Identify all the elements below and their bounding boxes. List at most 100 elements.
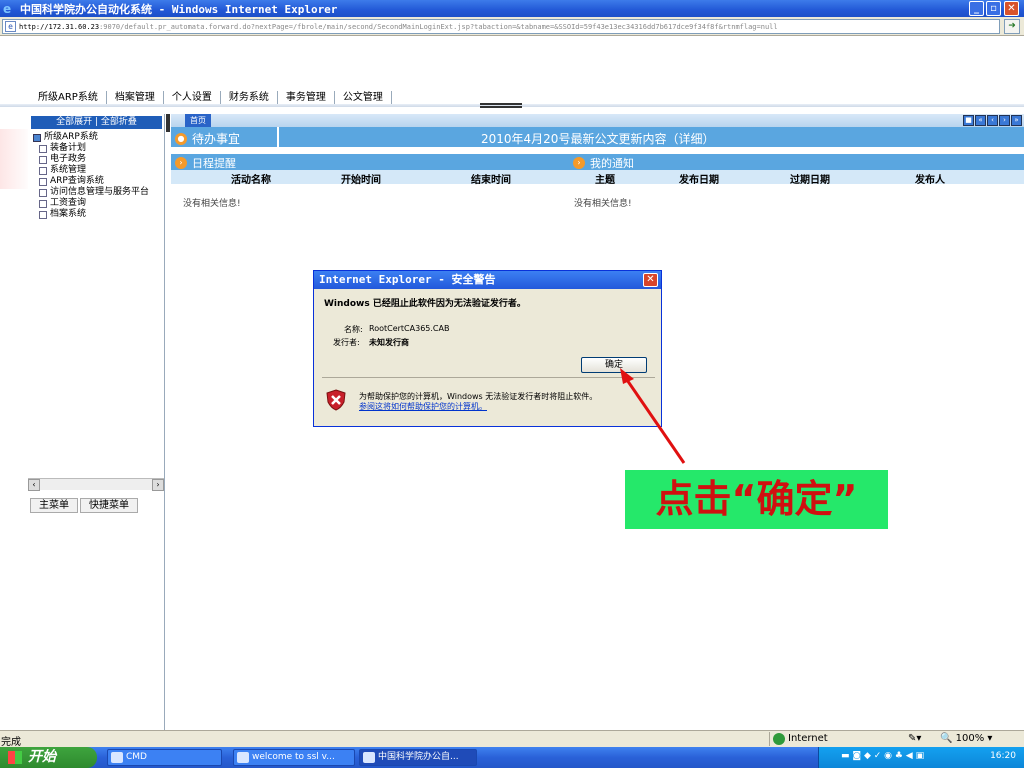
go-button[interactable]: ➜ [1004, 19, 1020, 34]
tree-item[interactable]: ARP查询系统 [30, 176, 164, 187]
tab-main-menu[interactable]: 主菜单 [30, 498, 78, 513]
nav-item-affairs[interactable]: 事务管理 [278, 90, 335, 105]
todo-bar: ● 待办事宜 2010年4月20号最新公文更新内容（详细） [171, 127, 1024, 147]
news-link[interactable]: 2010年4月20号最新公文更新内容（详细） [481, 130, 714, 147]
tree-item[interactable]: 系统管理 [30, 165, 164, 176]
help-link[interactable]: 参阅这将如何帮助保护您的计算机。 [359, 401, 487, 412]
horizontal-scrollbar[interactable]: ‹ › [28, 478, 164, 491]
tab-next-icon[interactable]: › [999, 115, 1010, 126]
page-icon [39, 210, 47, 219]
notice-header: › 我的通知 [573, 155, 634, 171]
tree-item-label: 工资查询 [50, 198, 87, 208]
tree-item[interactable]: 工资查询 [30, 198, 164, 209]
dialog-close-button[interactable]: ✕ [643, 273, 658, 287]
menu-tree: 所级ARP系统 装备计划 电子政务 系统管理 ARP查询系统 访问信息管理与服务… [30, 132, 164, 220]
sidebar-tabs: 主菜单 快捷菜单 [30, 498, 140, 513]
window-titlebar: e 中国科学院办公自动化系统 - Windows Internet Explor… [0, 0, 1024, 17]
col-end: 结束时间 [471, 175, 511, 186]
col-activity: 活动名称 [231, 175, 271, 186]
nav-item-personal[interactable]: 个人设置 [164, 90, 221, 105]
tree-item[interactable]: 档案系统 [30, 209, 164, 220]
collapse-handle[interactable] [480, 103, 522, 108]
schedule-header: › 日程提醒 [175, 155, 236, 171]
tab-close-icon[interactable]: ■ [963, 115, 974, 126]
todo-icon: ● [175, 132, 187, 145]
tree-root[interactable]: 所级ARP系统 [30, 132, 164, 143]
clock[interactable]: 16:20 [990, 751, 1016, 761]
protected-mode-icon[interactable]: ✎▾ [908, 732, 921, 746]
divider [277, 127, 279, 147]
minimize-button[interactable]: _ [969, 1, 984, 16]
shield-warning-icon [326, 389, 346, 411]
tab-controls: ■ « ‹ › » [962, 115, 1022, 126]
publisher-value: 未知发行商 [369, 338, 409, 347]
status-text: 完成 [1, 737, 21, 748]
page-icon [39, 166, 47, 175]
start-label: 开始 [28, 749, 56, 765]
table-headers: 活动名称 开始时间 结束时间 主题 发布日期 过期日期 发布人 [171, 170, 1024, 186]
page-icon [39, 177, 47, 186]
zoom-value: 100% [955, 733, 985, 744]
notice-label: 我的通知 [590, 157, 634, 170]
tab-first-icon[interactable]: « [975, 115, 986, 126]
tab-home[interactable]: 首页 [185, 114, 211, 127]
tree-item[interactable]: 访问信息管理与服务平台 [30, 187, 164, 198]
start-button[interactable]: 开始 [0, 747, 97, 768]
annotation-arrow [620, 368, 686, 464]
annotation-callout: 点击“确定” [625, 470, 888, 529]
tab-quick-menu[interactable]: 快捷菜单 [80, 498, 138, 513]
tab-prev-icon[interactable]: ‹ [987, 115, 998, 126]
dialog-message: Windows 已经阻止此软件因为无法验证发行者。 [324, 299, 526, 309]
panel-splitter[interactable] [166, 114, 170, 132]
address-path: :9070/default.pr_automata.forward.do?nex… [99, 22, 778, 31]
dialog-title: Internet Explorer - 安全警告 [314, 271, 661, 289]
tree-item-label: 档案系统 [50, 209, 87, 219]
task-label: welcome to ssl v... [252, 752, 335, 762]
schedule-empty: 没有相关信息! [183, 199, 241, 209]
task-cmd[interactable]: CMD [107, 749, 222, 766]
close-window-button[interactable]: ✕ [1004, 1, 1019, 16]
status-bar: 完成 Internet ✎▾ 🔍 100% ▾ [0, 730, 1024, 748]
system-tray: ▬ ◙ ◆ ✓ ◉ ♣ ◀ ▣ 16:20 [818, 747, 1024, 768]
tab-last-icon[interactable]: » [1011, 115, 1022, 126]
maximize-button[interactable]: ▫ [986, 1, 1001, 16]
tree-item[interactable]: 装备计划 [30, 143, 164, 154]
col-publisher: 发布人 [915, 175, 945, 186]
todo-header[interactable]: ● 待办事宜 [175, 130, 240, 147]
folder-icon [33, 133, 41, 142]
tree-item-label: 系统管理 [50, 165, 87, 175]
section-headers: › 日程提醒 › 我的通知 [171, 154, 1024, 170]
publisher-label: 发行者: [333, 338, 360, 347]
address-input[interactable]: e http://172.31.60.23 :9070/default.pr_a… [2, 19, 1000, 34]
page-icon: e [5, 21, 16, 32]
nav-item-arp[interactable]: 所级ARP系统 [30, 90, 107, 105]
zoom-control[interactable]: 🔍 100% ▾ [940, 732, 992, 746]
page-icon [39, 199, 47, 208]
col-expire-date: 过期日期 [790, 175, 830, 186]
scroll-right-icon[interactable]: › [152, 479, 164, 491]
tree-item-label: 访问信息管理与服务平台 [50, 187, 150, 197]
ie-icon: e [3, 1, 12, 16]
nav-item-finance[interactable]: 财务系统 [221, 90, 278, 105]
page-icon [39, 155, 47, 164]
zone-label: Internet [788, 733, 828, 744]
todo-label: 待办事宜 [192, 132, 241, 146]
nav-item-documents[interactable]: 公文管理 [335, 90, 392, 105]
task-oa[interactable]: 中国科学院办公自... [359, 749, 477, 766]
globe-icon [773, 733, 785, 745]
tray-icons[interactable]: ▬ ◙ ◆ ✓ ◉ ♣ ◀ ▣ [841, 751, 924, 761]
ie-icon [363, 752, 375, 763]
schedule-label: 日程提醒 [192, 157, 236, 170]
tree-item[interactable]: 电子政务 [30, 154, 164, 165]
col-publish-date: 发布日期 [679, 175, 719, 186]
task-ssl[interactable]: welcome to ssl v... [233, 749, 355, 766]
expand-collapse-all[interactable]: 全部展开 | 全部折叠 [31, 116, 162, 129]
scroll-left-icon[interactable]: ‹ [28, 479, 40, 491]
task-label: 中国科学院办公自... [378, 752, 459, 762]
cmd-icon [111, 752, 123, 763]
address-bar: e http://172.31.60.23 :9070/default.pr_a… [0, 17, 1024, 36]
nav-item-archive[interactable]: 档案管理 [107, 90, 164, 105]
tree-item-label: 装备计划 [50, 143, 87, 153]
page-icon [39, 144, 47, 153]
security-zone: Internet [769, 732, 859, 746]
